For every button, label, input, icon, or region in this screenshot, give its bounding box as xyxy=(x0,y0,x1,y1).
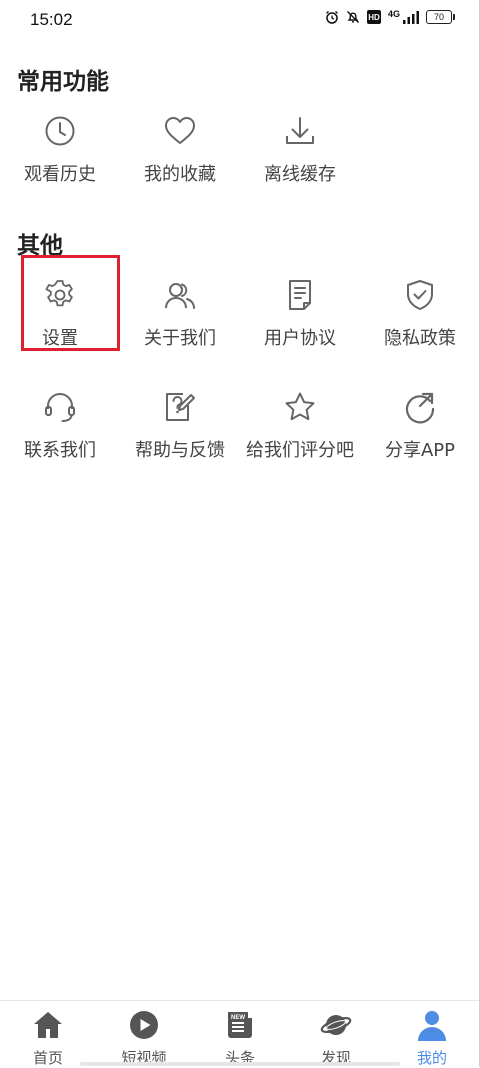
grid-item-privacy-policy[interactable]: 隐私政策 xyxy=(360,278,480,378)
grid-item-share-app[interactable]: 分享APP xyxy=(360,390,480,490)
tab-short-video[interactable]: 短视频 xyxy=(96,1007,192,1067)
home-indicator xyxy=(80,1062,400,1066)
headset-icon xyxy=(45,393,75,422)
home-icon xyxy=(34,1012,62,1038)
battery-icon: 70 xyxy=(426,10,455,24)
grid-item-offline-cache[interactable]: 离线缓存 xyxy=(240,114,360,214)
grid-item-about-us[interactable]: 关于我们 xyxy=(120,278,240,378)
user-icon xyxy=(418,1011,446,1041)
alarm-icon xyxy=(326,10,338,24)
tab-home[interactable]: 首页 xyxy=(0,1007,96,1067)
newspaper-icon: NEW xyxy=(228,1012,252,1038)
document-icon xyxy=(289,280,311,310)
grid-item-favorites[interactable]: 我的收藏 xyxy=(120,114,240,214)
shield-check-icon xyxy=(407,280,433,310)
status-bar: 15:02 HD 4G 70 xyxy=(0,0,480,40)
grid-item-rate-us[interactable]: 给我们评分吧 xyxy=(240,390,360,490)
grid-item-label: 隐私政策 xyxy=(384,328,456,349)
status-icons: HD 4G 70 xyxy=(325,9,455,24)
network-label: 4G xyxy=(387,9,400,19)
play-circle-icon xyxy=(130,1011,158,1039)
grid-item-contact-us[interactable]: 联系我们 xyxy=(0,390,120,490)
signal-icon xyxy=(403,10,419,24)
svg-text:NEW: NEW xyxy=(231,1015,245,1021)
grid-item-label: 联系我们 xyxy=(24,440,96,461)
grid-item-label: 我的收藏 xyxy=(144,164,216,185)
common-section-title: 常用功能 xyxy=(17,69,109,95)
grid-item-label: 观看历史 xyxy=(24,164,96,185)
grid-item-label: 关于我们 xyxy=(144,328,216,349)
grid-item-watch-history[interactable]: 观看历史 xyxy=(0,114,120,214)
clock-icon xyxy=(45,116,75,146)
download-icon xyxy=(286,117,314,144)
tab-mine[interactable]: 我的 xyxy=(384,1007,480,1067)
hd-badge: HD xyxy=(366,10,381,24)
grid-item-user-agreement[interactable]: 用户协议 xyxy=(240,278,360,378)
grid-item-label: 分享APP xyxy=(384,440,456,461)
grid-item-label: 给我们评分吧 xyxy=(246,440,354,461)
mute-bell-icon xyxy=(346,11,359,23)
bottom-tab-bar: 首页 短视频 NEW 头条 发现 我的 xyxy=(0,1000,480,1068)
share-arrow-icon xyxy=(405,392,435,424)
help-edit-icon xyxy=(166,393,195,421)
grid-item-label: 离线缓存 xyxy=(264,164,336,185)
users-icon xyxy=(165,283,195,309)
grid-item-help-feedback[interactable]: 帮助与反馈 xyxy=(120,390,240,490)
tab-headlines[interactable]: NEW 头条 xyxy=(192,1007,288,1067)
tab-discover[interactable]: 发现 xyxy=(288,1007,384,1067)
planet-icon xyxy=(320,1015,352,1035)
grid-item-label: 用户协议 xyxy=(264,328,336,349)
grid-item-label: 帮助与反馈 xyxy=(135,440,225,461)
status-time: 15:02 xyxy=(30,10,73,29)
star-icon xyxy=(285,392,315,421)
heart-icon xyxy=(165,117,195,144)
settings-highlight-box xyxy=(21,255,120,351)
